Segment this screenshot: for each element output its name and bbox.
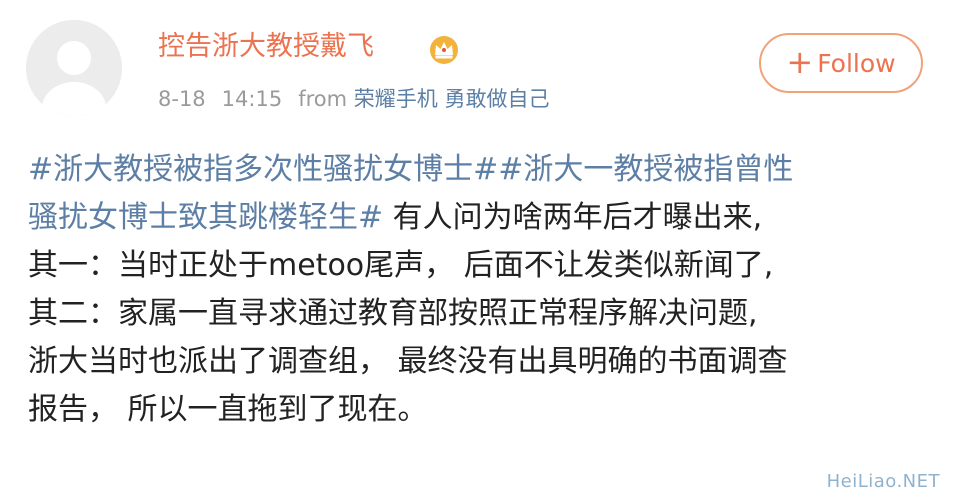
default-avatar-icon bbox=[26, 20, 122, 116]
weibo-post: 控告浙大教授戴飞 8-18 14:15 from 荣耀手机 勇敢做自己 + Foll… bbox=[0, 0, 954, 500]
crown-badge-icon bbox=[430, 36, 458, 64]
content-line-6: 报告， 所以一直拖到了现在。 bbox=[28, 392, 428, 427]
watermark: HeiLiao.NET bbox=[826, 471, 940, 492]
content-line-1: #浙大教授被指多次性骚扰女博士##浙大一教授被指曾性 bbox=[28, 146, 928, 194]
topic-link-2-part-2[interactable]: 骚扰女博士致其跳楼轻生# bbox=[28, 200, 383, 235]
plus-icon: + bbox=[786, 43, 814, 81]
content-line-4: 其二：家属一直寻求通过教育部按照正常程序解决问题, bbox=[28, 296, 758, 331]
follow-button[interactable]: + Follow bbox=[759, 33, 923, 93]
client-source-link[interactable]: 荣耀手机 勇敢做自己 bbox=[354, 87, 550, 111]
content-line-3: 其一：当时正处于metoo尾声， 后面不让发类似新闻了, bbox=[28, 248, 774, 283]
topic-link-2-part-1[interactable]: #浙大一教授被指曾性 bbox=[498, 152, 793, 187]
post-content: #浙大教授被指多次性骚扰女博士##浙大一教授被指曾性 骚扰女博士致其跳楼轻生# … bbox=[28, 146, 928, 434]
from-label: from bbox=[298, 87, 348, 111]
content-line-2: 骚扰女博士致其跳楼轻生# 有人问为啥两年后才曝出来, bbox=[28, 194, 928, 242]
post-date: 8-18 bbox=[158, 87, 206, 111]
content-line-5: 浙大当时也派出了调查组， 最终没有出具明确的书面调查 bbox=[28, 344, 788, 379]
post-meta: 8-18 14:15 from 荣耀手机 勇敢做自己 bbox=[158, 84, 549, 114]
topic-link-1[interactable]: #浙大教授被指多次性骚扰女博士# bbox=[28, 152, 498, 187]
content-text-2: 有人问为啥两年后才曝出来, bbox=[383, 200, 763, 235]
author-name[interactable]: 控告浙大教授戴飞 bbox=[158, 29, 374, 65]
follow-label: Follow bbox=[817, 48, 896, 78]
post-time: 14:15 bbox=[221, 87, 283, 111]
avatar[interactable] bbox=[26, 20, 122, 116]
